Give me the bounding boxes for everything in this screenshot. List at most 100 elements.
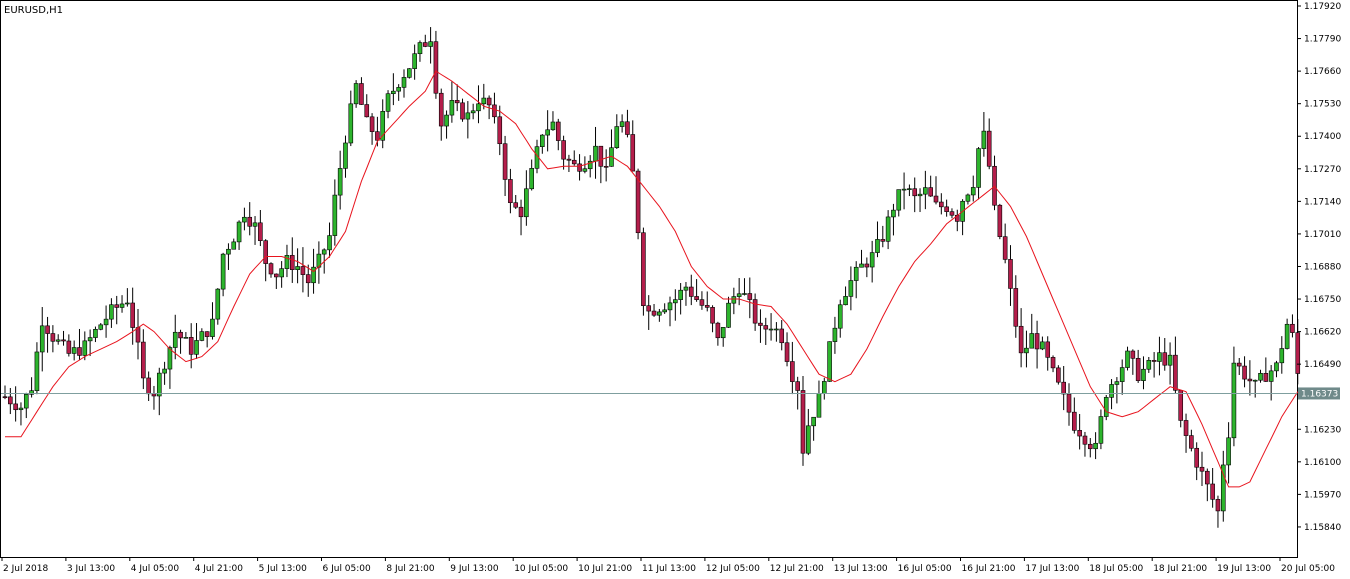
candle-body: [476, 103, 481, 112]
x-tick-label: 16 Jul 05:00: [898, 564, 952, 574]
candle-body: [827, 341, 832, 382]
candle-body: [130, 302, 135, 328]
candle-body: [1087, 443, 1093, 450]
candle-body: [141, 341, 146, 379]
candle-body: [1157, 352, 1162, 362]
x-tick-label: 10 Jul 05:00: [514, 564, 568, 574]
candle-body: [555, 121, 561, 141]
candle-body: [66, 340, 72, 354]
candle-body: [1130, 350, 1136, 359]
candle-body: [252, 222, 258, 227]
candle-body: [1162, 352, 1168, 366]
x-tick-label: 13 Jul 13:00: [834, 564, 888, 574]
y-tick-label: 1.16880: [1304, 262, 1341, 272]
candle-body: [1109, 384, 1114, 398]
candle-body: [375, 131, 380, 141]
candle-body: [1183, 420, 1189, 436]
candle-body: [667, 302, 673, 311]
candle-body: [545, 129, 550, 136]
candle-body: [1268, 370, 1274, 382]
candle-body: [912, 188, 918, 197]
candle-body: [550, 121, 556, 131]
candle-body: [662, 309, 667, 313]
candle-body: [933, 195, 939, 203]
candle-body: [364, 104, 370, 118]
candle-body: [385, 93, 391, 112]
candle-body: [1125, 350, 1130, 368]
candle-body: [454, 100, 460, 104]
candle-body: [23, 394, 29, 409]
candle-body: [444, 114, 449, 127]
candle-body: [593, 145, 598, 162]
candle-body: [353, 83, 359, 105]
candle-body: [82, 340, 88, 356]
candle-body: [949, 211, 955, 216]
candle-body: [731, 296, 737, 304]
candle-body: [263, 240, 268, 264]
x-tick-label: 8 Jul 21:00: [386, 564, 435, 574]
candle-body: [619, 121, 625, 127]
candle-body: [1295, 332, 1301, 374]
candle-body: [98, 324, 104, 330]
candle-body: [34, 351, 40, 391]
candle-body: [540, 134, 545, 147]
candle-body: [869, 252, 875, 268]
y-tick-label: 1.17140: [1304, 197, 1341, 207]
candle-body: [1029, 333, 1035, 349]
x-tick-label: 3 Jul 13:00: [67, 564, 116, 574]
candle-body: [268, 263, 274, 275]
candle-body: [1119, 367, 1125, 382]
candle-body: [50, 333, 56, 342]
candle-body: [704, 305, 710, 308]
candle-body: [529, 168, 534, 190]
candle-body: [1173, 354, 1178, 391]
candle-body: [944, 206, 949, 212]
x-tick-label: 5 Jul 13:00: [259, 564, 308, 574]
candle-body: [417, 42, 423, 55]
candle-body: [1290, 323, 1295, 333]
candle-body: [1072, 411, 1077, 431]
x-tick-label: 4 Jul 21:00: [195, 564, 244, 574]
candle-body: [1231, 362, 1237, 439]
y-tick-label: 1.16100: [1304, 458, 1341, 468]
candle-body: [1215, 499, 1221, 512]
candle-body: [8, 396, 13, 405]
candle-body: [321, 249, 327, 255]
candle-body: [18, 407, 24, 411]
x-tick-label: 2 Jul 2018: [3, 564, 48, 574]
candle-body: [928, 187, 933, 197]
x-tick-label: 12 Jul 21:00: [770, 564, 824, 574]
y-tick-label: 1.17270: [1304, 165, 1341, 175]
candle-body: [518, 206, 524, 218]
candle-body: [800, 390, 806, 454]
price-chart[interactable]: 1.17920 1.17790 1.17660 1.17530 1.17400 1.172…: [0, 0, 1350, 579]
candle-body: [407, 68, 412, 78]
candle-body: [603, 165, 609, 168]
symbol-label: EURUSD,H1: [4, 5, 63, 16]
candle-body: [210, 318, 215, 337]
x-tick-label: 4 Jul 05:00: [131, 564, 180, 574]
candle-body: [779, 328, 785, 344]
candle-body: [71, 347, 77, 354]
candle-body: [880, 239, 886, 242]
x-tick-label: 9 Jul 13:00: [450, 564, 499, 574]
candle-body: [146, 377, 151, 395]
candle-body: [311, 266, 316, 284]
candle-body: [747, 293, 753, 300]
candle-body: [699, 299, 705, 306]
candle-body: [1050, 357, 1056, 369]
current-price-label: 1.16373: [1301, 389, 1338, 399]
candle-body: [300, 266, 306, 275]
candle-body: [125, 302, 130, 305]
candle-body: [981, 130, 987, 149]
y-tick-label: 1.17660: [1304, 67, 1341, 77]
candle-body: [502, 143, 508, 180]
candle-body: [614, 126, 620, 149]
candle-body: [1098, 416, 1104, 444]
candle-body: [1093, 442, 1098, 450]
candle-body: [784, 342, 790, 362]
candle-body: [715, 322, 721, 339]
candle-body: [1242, 365, 1247, 380]
candle-body: [1008, 259, 1013, 289]
candle-body: [976, 148, 981, 188]
